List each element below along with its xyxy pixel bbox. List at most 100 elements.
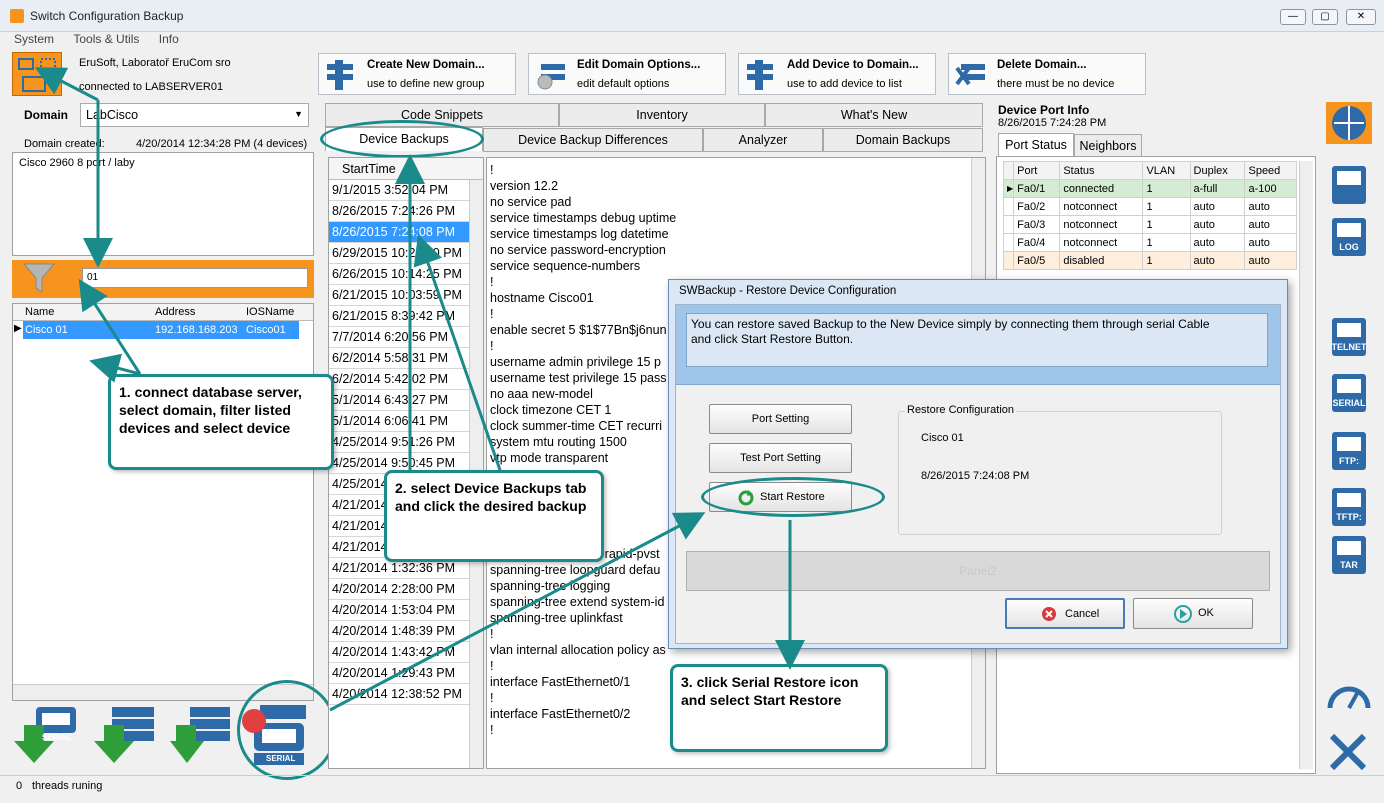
backup-list-header[interactable]: StartTime (329, 158, 483, 180)
edit-document-icon[interactable] (1324, 162, 1374, 208)
callout-step-3-text: 3. click Serial Restore icon and select … (681, 674, 859, 708)
restore-dialog: SWBackup - Restore Device Configuration … (668, 279, 1288, 649)
port-cell: 1 (1142, 251, 1191, 270)
backup-row[interactable]: 4/25/2014 9:51:26 PM (329, 432, 469, 453)
col-duplex[interactable]: Duplex (1189, 161, 1246, 180)
backup-row[interactable]: 6/2/2014 5:58:31 PM (329, 348, 469, 369)
delete-domain-title: Delete Domain... (997, 59, 1087, 71)
info-text: You can restore saved Backup to the New … (691, 317, 1210, 346)
backup-row[interactable]: 6/29/2015 10:21:00 PM (329, 243, 469, 264)
connect-database-icon[interactable] (12, 52, 62, 96)
backup-row[interactable]: 4/20/2014 12:38:52 PM (329, 684, 469, 705)
backup-row[interactable]: 5/1/2014 6:06:41 PM (329, 411, 469, 432)
backup-row[interactable]: 8/26/2015 7:24:08 PM (329, 222, 469, 243)
tools-icon[interactable] (1324, 728, 1374, 774)
delete-domain-icon (955, 64, 985, 86)
backup-row[interactable]: 4/20/2014 2:28:00 PM (329, 579, 469, 600)
delete-domain-button[interactable]: Delete Domain... there must be no device (948, 53, 1146, 95)
speedometer-icon[interactable] (1324, 672, 1374, 718)
col-name[interactable]: Name (25, 306, 54, 318)
tab-neighbors[interactable]: Neighbors (1074, 134, 1142, 158)
thread-status: threads runing (32, 780, 103, 792)
tab-whats-new[interactable]: What's New (765, 103, 983, 127)
port-row[interactable]: Fa0/2 notconnect 1 auto auto (1002, 197, 1297, 216)
create-domain-icon (327, 60, 353, 90)
device-iosname: Cisco01 (246, 324, 286, 336)
ftp-icon[interactable]: FTP: (1324, 428, 1374, 474)
port-row[interactable]: Fa0/5 disabled 1 auto auto (1002, 251, 1297, 270)
edit-domain-title: Edit Domain Options... (577, 59, 701, 71)
cancel-icon (1042, 607, 1056, 621)
telnet-icon-label: TELNET (1331, 342, 1367, 352)
add-device-title: Add Device to Domain... (787, 59, 919, 71)
menu-tools[interactable]: Tools & Utils (73, 32, 139, 46)
backup-row[interactable]: 5/1/2014 6:43:27 PM (329, 390, 469, 411)
port-status-scrollbar[interactable] (1299, 161, 1313, 769)
device-address: 192.168.168.203 (155, 324, 238, 336)
tftp-icon[interactable]: TFTP: (1324, 484, 1374, 530)
network-globe-icon[interactable] (1324, 100, 1374, 146)
port-cell: auto (1244, 197, 1297, 216)
backup-row[interactable]: 6/21/2015 10:03:59 PM (329, 285, 469, 306)
col-status[interactable]: Status (1059, 161, 1144, 180)
config-line: service timestamps log datetime (490, 227, 669, 241)
col-port[interactable]: Port (1013, 161, 1061, 180)
device-name: Cisco 01 (25, 324, 68, 336)
backup-row[interactable]: 4/20/2014 1:53:04 PM (329, 600, 469, 621)
port-row[interactable]: Fa0/4 notconnect 1 auto auto (1002, 233, 1297, 252)
port-row[interactable]: ▶ Fa0/1 connected 1 a-full a-100 (1002, 179, 1297, 198)
close-button[interactable]: ✕ (1346, 9, 1376, 25)
backup-row[interactable]: 4/20/2014 1:48:39 PM (329, 621, 469, 642)
restore-config-group: Restore Configuration Cisco 01 8/26/2015… (898, 404, 1222, 535)
col-address[interactable]: Address (155, 306, 195, 318)
create-domain-title: Create New Domain... (367, 59, 485, 71)
ok-button[interactable]: OK (1133, 598, 1253, 629)
tar-icon[interactable]: TAR (1324, 532, 1374, 578)
menu-system[interactable]: System (14, 32, 54, 46)
domain-select[interactable]: LabCisco ▼ (80, 103, 309, 127)
col-speed[interactable]: Speed (1244, 161, 1297, 180)
tab-analyzer[interactable]: Analyzer (703, 128, 823, 152)
backup-row[interactable]: 6/26/2015 10:14:25 PM (329, 264, 469, 285)
telnet-icon[interactable]: TELNET (1324, 314, 1374, 360)
log-icon[interactable]: LOG (1324, 214, 1374, 260)
tab-port-status[interactable]: Port Status (998, 133, 1074, 157)
backup-row[interactable]: 7/7/2014 6:20:56 PM (329, 327, 469, 348)
minimize-button[interactable]: — (1280, 9, 1306, 25)
col-iosname[interactable]: IOSName (246, 306, 294, 318)
add-device-button[interactable]: Add Device to Domain... use to add devic… (738, 53, 936, 95)
start-restore-highlight (701, 477, 885, 517)
server-download-icon[interactable] (94, 705, 160, 767)
edit-domain-button[interactable]: Edit Domain Options... edit default opti… (528, 53, 726, 95)
serial-download-icon[interactable]: SERIAL (14, 705, 80, 767)
create-domain-button[interactable]: Create New Domain... use to define new g… (318, 53, 516, 95)
port-row[interactable]: Fa0/3 notconnect 1 auto auto (1002, 215, 1297, 234)
tab-domain-backups[interactable]: Domain Backups (823, 128, 983, 152)
backup-row[interactable]: 4/20/2014 1:43:42 PM (329, 642, 469, 663)
port-cell: disabled (1059, 251, 1144, 270)
backup-row[interactable]: 6/21/2015 8:39:42 PM (329, 306, 469, 327)
tab-inventory[interactable]: Inventory (559, 103, 765, 127)
backup-row[interactable]: 4/20/2014 1:29:43 PM (329, 663, 469, 684)
backup-row[interactable]: 9/1/2015 3:52:04 PM (329, 180, 469, 201)
tab-device-backup-differences[interactable]: Device Backup Differences (483, 128, 703, 152)
tar-icon-label: TAR (1340, 560, 1358, 570)
multi-server-download-icon[interactable] (170, 705, 236, 767)
serial-icon[interactable]: SERIAL (1324, 370, 1374, 416)
status-bar: 0 threads runing (0, 775, 1384, 803)
config-line: version 12.2 (490, 179, 559, 193)
backup-row[interactable]: 6/2/2014 5:42:02 PM (329, 369, 469, 390)
test-port-setting-button[interactable]: Test Port Setting (709, 443, 852, 473)
add-device-sub: use to add device to list (787, 78, 902, 90)
col-vlan[interactable]: VLAN (1142, 161, 1191, 180)
cancel-button[interactable]: Cancel (1005, 598, 1125, 629)
device-row[interactable]: ▶ Cisco 01 192.168.168.203 Cisco01 (13, 321, 299, 339)
filter-input-value: 01 (87, 272, 99, 283)
restore-config-label: Restore Configuration (905, 404, 1017, 416)
device-list: Name Address IOSName ▶ Cisco 01 192.168.… (12, 303, 314, 701)
port-setting-button[interactable]: Port Setting (709, 404, 852, 434)
filter-input[interactable]: 01 (82, 268, 308, 288)
backup-row[interactable]: 8/26/2015 7:24:26 PM (329, 201, 469, 222)
menu-info[interactable]: Info (159, 32, 179, 46)
maximize-button[interactable]: ▢ (1312, 9, 1338, 25)
